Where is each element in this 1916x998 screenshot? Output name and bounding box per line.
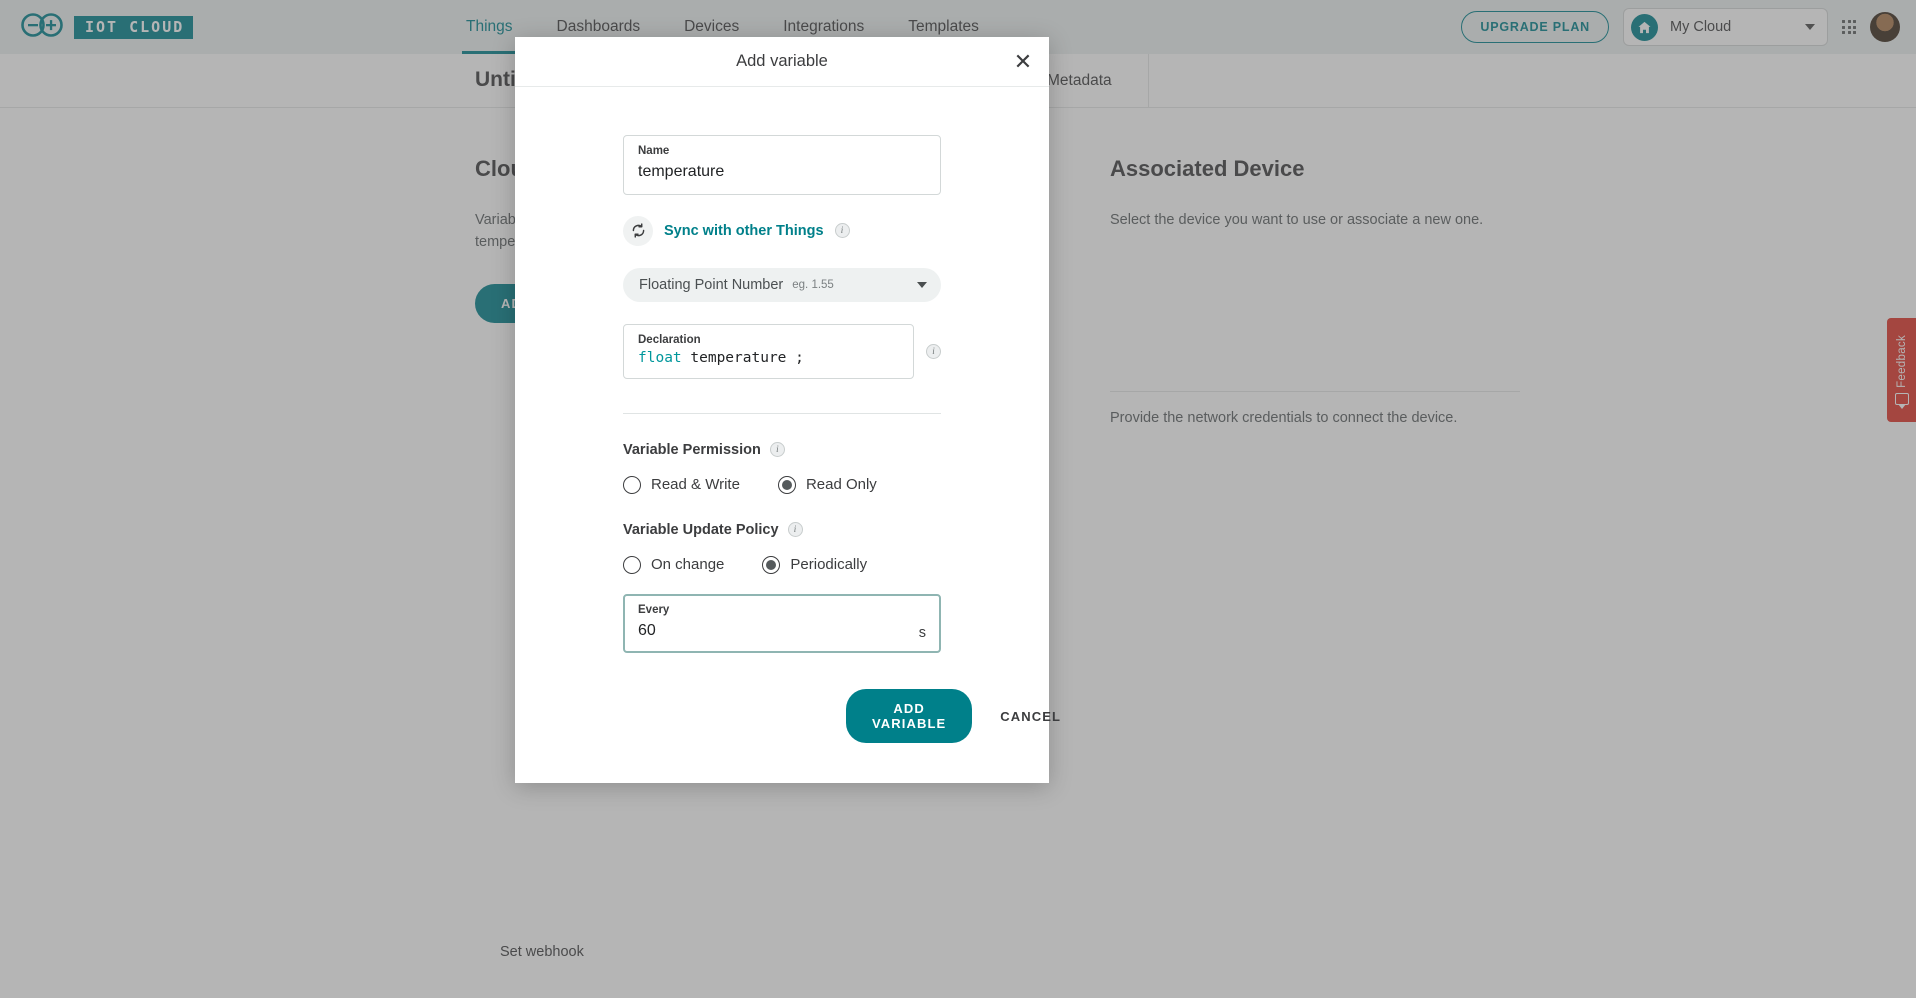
submit-add-variable-button[interactable]: ADD VARIABLE [846, 689, 973, 744]
sync-icon [623, 215, 653, 246]
permission-info-icon[interactable]: i [769, 442, 785, 458]
form-divider [623, 412, 941, 414]
sync-with-things-label[interactable]: Sync with other Things [664, 223, 824, 239]
declaration-type-token: float [638, 349, 682, 366]
variable-name-field[interactable]: Name temperature [623, 135, 941, 195]
dialog-body: Name temperature Sync with other Things … [515, 87, 1060, 744]
chevron-down-icon [917, 281, 927, 288]
every-field-wrap: Every 60 s [623, 593, 941, 654]
variable-type-select[interactable]: Floating Point Number eg. 1.55 [623, 267, 941, 302]
radio-button-selected [762, 555, 781, 574]
every-label: Every [638, 603, 670, 616]
radio-periodically[interactable]: Periodically [762, 555, 868, 574]
radio-label: Read & Write [651, 476, 740, 494]
update-policy-info-icon[interactable]: i [787, 522, 803, 538]
dialog-title: Add variable [736, 52, 828, 70]
radio-button-selected [777, 475, 796, 494]
declaration-name-token: temperature ; [681, 349, 804, 366]
every-row: 60 s [638, 620, 926, 642]
declaration-info-icon[interactable]: i [926, 343, 941, 359]
declaration-code: float temperature ; [638, 350, 899, 366]
close-icon[interactable]: ✕ [1007, 46, 1039, 78]
variable-permission-title: Variable Permission [623, 441, 761, 458]
variable-permission-header: Variable Permission i [623, 442, 941, 458]
add-variable-dialog: Add variable ✕ Name temperature Sync wit… [515, 37, 1060, 783]
variable-type-example: eg. 1.55 [792, 278, 834, 291]
dialog-form: Name temperature Sync with other Things … [623, 135, 1060, 744]
sync-with-things-row[interactable]: Sync with other Things i [623, 215, 941, 246]
update-policy-options: On change Periodically [623, 555, 941, 574]
variable-permission-options: Read & Write Read Only [623, 475, 941, 494]
every-field[interactable]: Every 60 s [623, 593, 941, 654]
update-policy-header: Variable Update Policy i [623, 522, 941, 538]
radio-label: Periodically [790, 556, 868, 574]
declaration-field: Declaration float temperature ; [623, 323, 914, 379]
every-unit: s [918, 625, 926, 642]
cancel-button[interactable]: CANCEL [1000, 709, 1061, 724]
radio-button [623, 475, 641, 494]
declaration-row: Declaration float temperature ; i [623, 323, 941, 379]
variable-name-input[interactable]: temperature [638, 161, 926, 183]
radio-label: Read Only [805, 476, 877, 494]
variable-type-name: Floating Point Number [639, 276, 784, 293]
radio-read-and-write[interactable]: Read & Write [623, 475, 740, 494]
sync-info-icon[interactable]: i [834, 223, 850, 239]
declaration-label: Declaration [638, 333, 701, 346]
radio-button [623, 555, 641, 574]
radio-read-only[interactable]: Read Only [777, 475, 877, 494]
variable-name-label: Name [638, 145, 670, 157]
radio-label: On change [651, 556, 725, 574]
dialog-header: Add variable ✕ [515, 37, 1049, 87]
every-input[interactable]: 60 [638, 620, 656, 642]
update-policy-title: Variable Update Policy [623, 521, 779, 538]
radio-on-change[interactable]: On change [623, 555, 725, 574]
dialog-actions: ADD VARIABLE CANCEL [623, 689, 1060, 744]
